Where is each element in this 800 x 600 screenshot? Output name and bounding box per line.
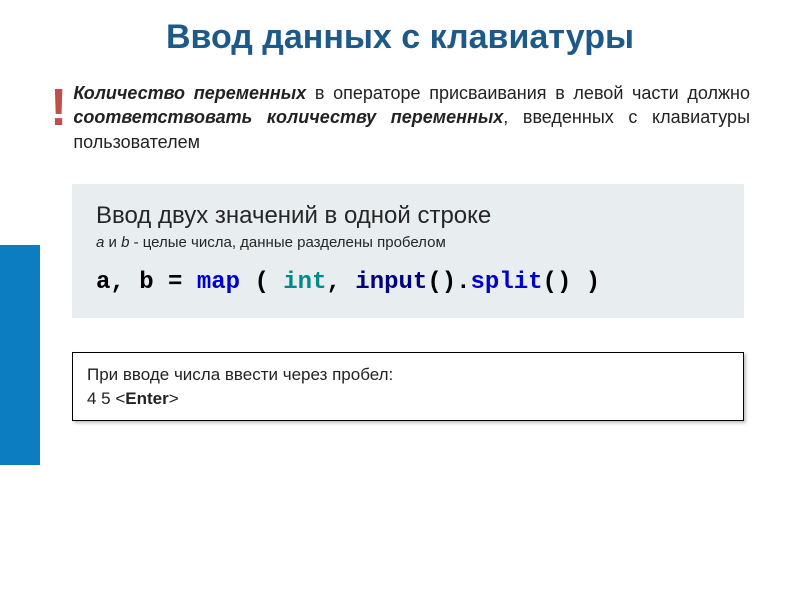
code-p5: , xyxy=(326,269,355,296)
inputexample-key: Enter xyxy=(125,389,168,408)
note-seg1: Количество переменных xyxy=(73,83,306,103)
slide-title: Ввод данных с клавиатуры xyxy=(0,0,800,81)
code-input: input xyxy=(355,269,427,296)
code-split: split xyxy=(471,269,543,296)
note-seg3: соответствовать количеству переменных xyxy=(73,107,503,127)
sub-and: и xyxy=(104,234,121,251)
decorative-stripe xyxy=(0,245,40,465)
example-box: Ввод двух значений в одной строке a и b … xyxy=(72,184,744,318)
input-example-box: При вводе числа ввести через пробел: 4 5… xyxy=(72,352,744,422)
note-block: ! Количество переменных в операторе прис… xyxy=(0,81,800,154)
note-seg2: в операторе присваивания в левой части д… xyxy=(306,83,750,103)
code-p1: a, b = xyxy=(96,269,197,296)
inputexample-prefix: 4 5 < xyxy=(87,389,125,408)
code-map: map xyxy=(197,269,240,296)
code-p9: () ) xyxy=(543,269,601,296)
exclamation-icon: ! xyxy=(50,85,67,132)
inputexample-line2: 4 5 <Enter> xyxy=(87,387,729,411)
sub-tail: - целые числа, данные разделены пробелом xyxy=(129,234,445,251)
inputexample-line1: При вводе числа ввести через пробел: xyxy=(87,363,729,387)
code-p3: ( xyxy=(240,269,283,296)
inputexample-suffix: > xyxy=(169,389,179,408)
code-int: int xyxy=(283,269,326,296)
note-text: Количество переменных в операторе присва… xyxy=(73,81,750,154)
code-line: a, b = map ( int, input().split() ) xyxy=(96,269,720,296)
example-title: Ввод двух значений в одной строке xyxy=(96,202,720,230)
code-p7: (). xyxy=(427,269,470,296)
example-subtitle: a и b - целые числа, данные разделены пр… xyxy=(96,234,720,251)
